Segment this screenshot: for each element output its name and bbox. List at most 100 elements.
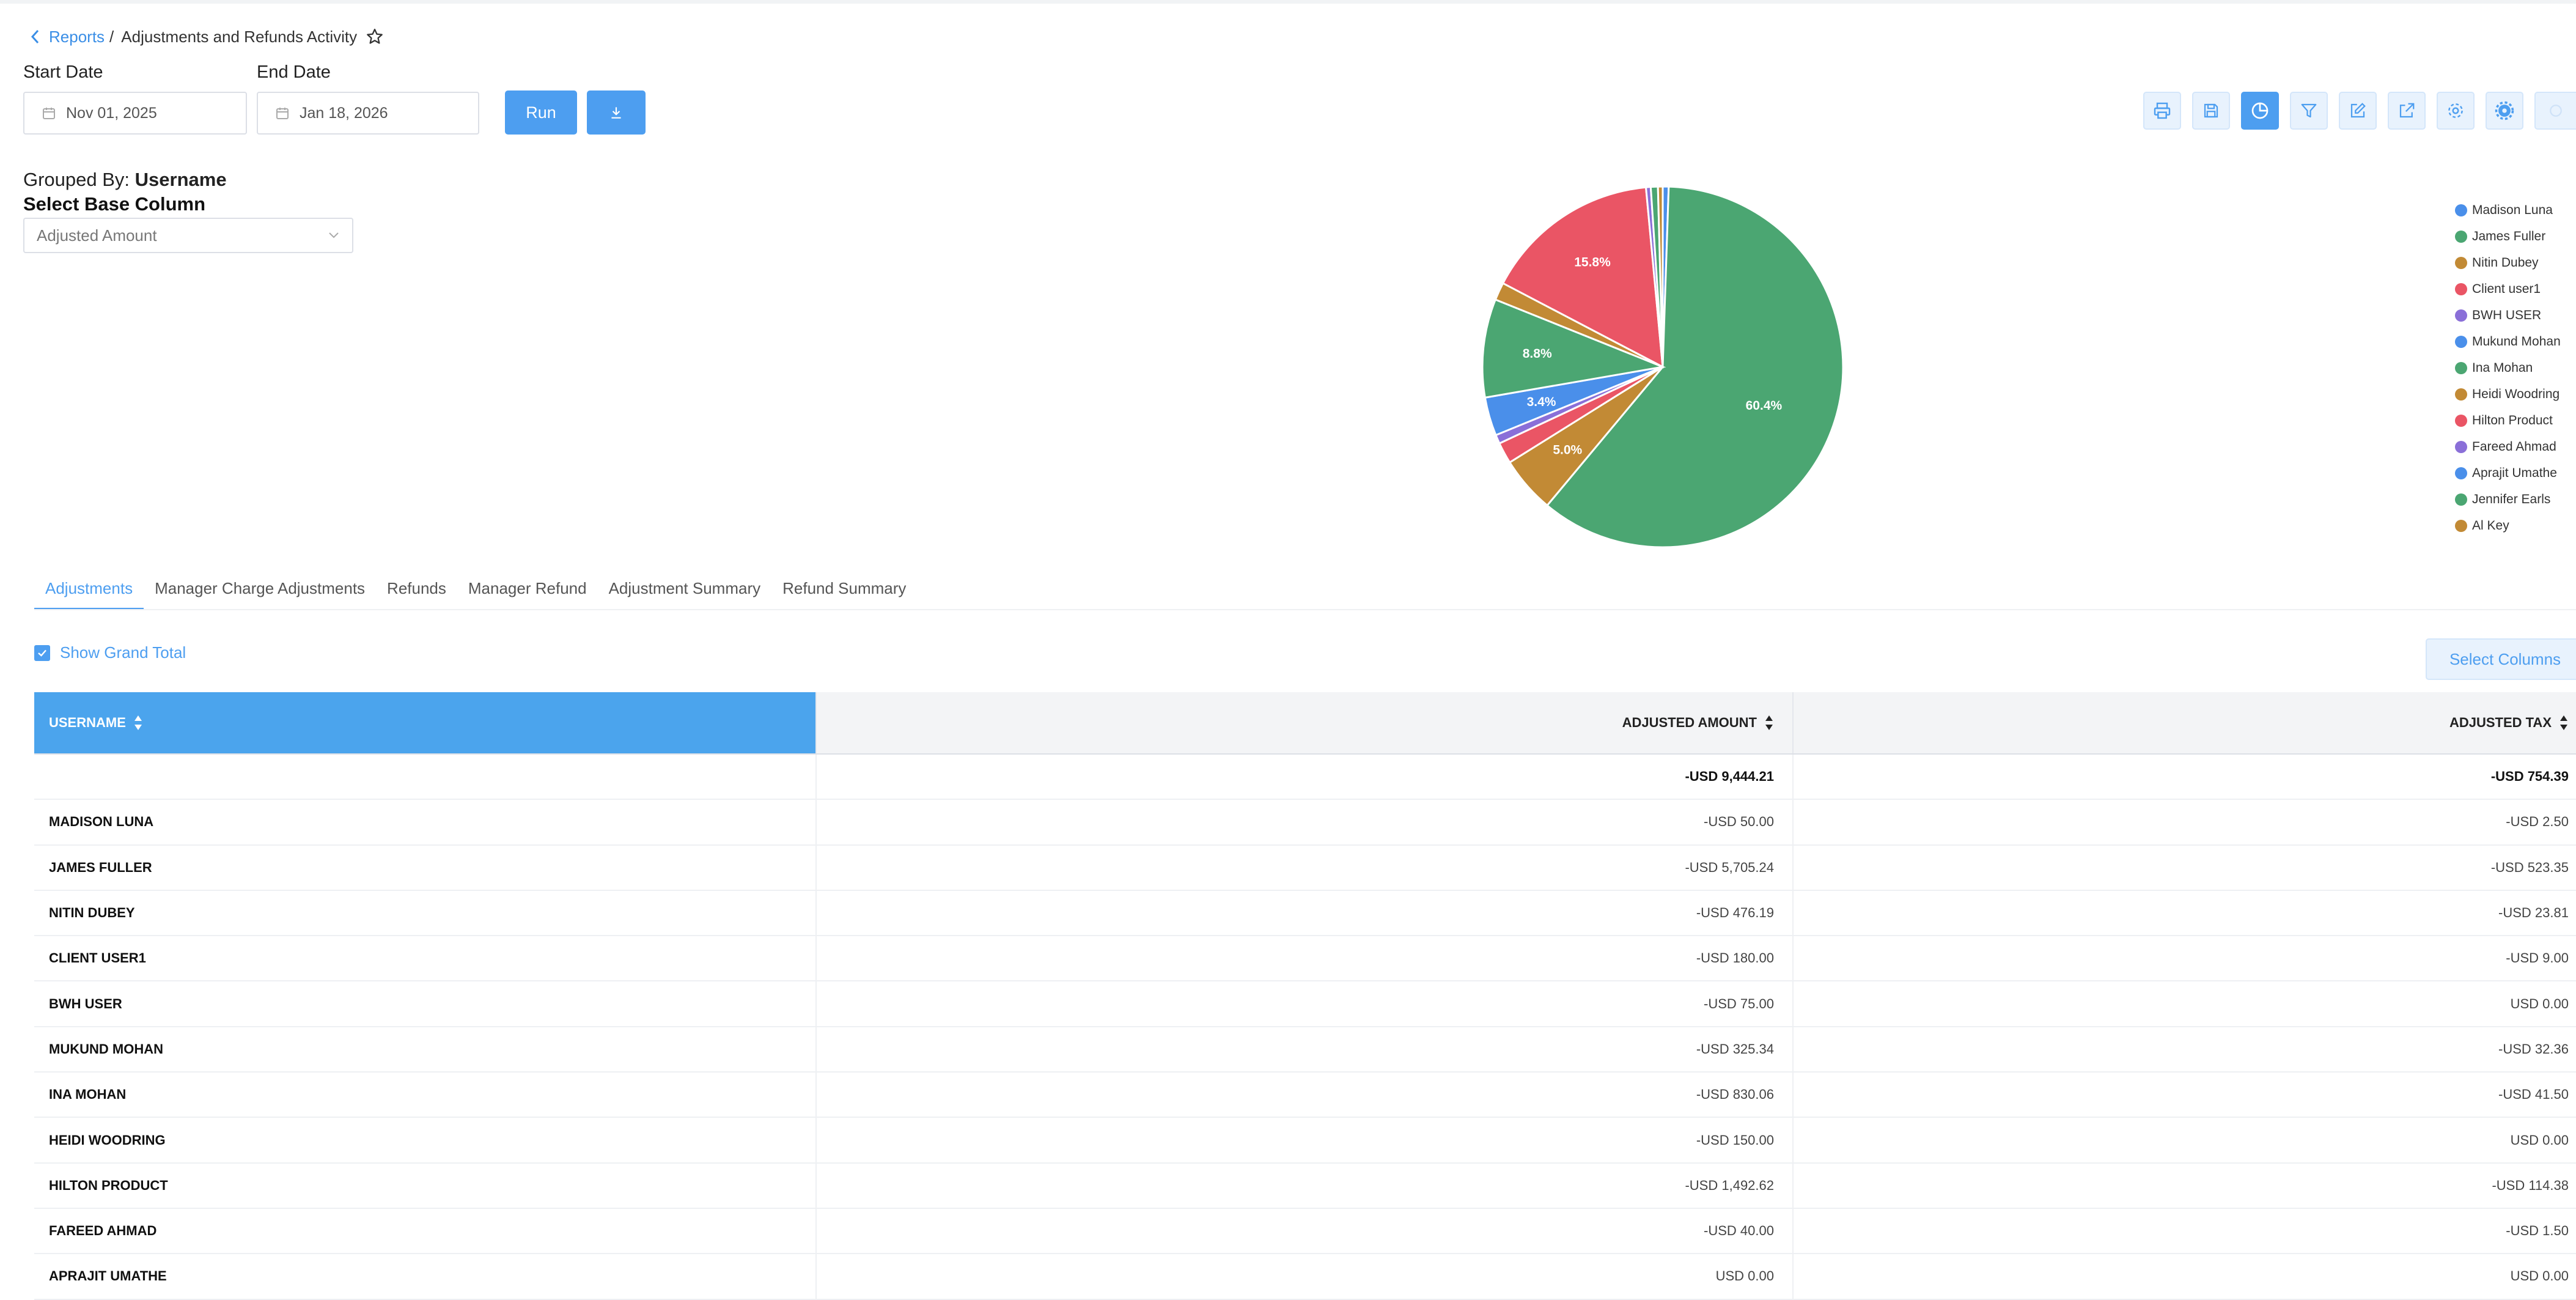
- table-row[interactable]: CLIENT USER1 -USD 180.00 -USD 9.00: [34, 936, 2576, 982]
- legend-item[interactable]: Fareed Ahmad: [2455, 434, 2561, 460]
- legend-swatch: [2455, 256, 2467, 269]
- username-cell: MUKUND MOHAN: [49, 1041, 163, 1057]
- tab-refund-summary[interactable]: Refund Summary: [771, 569, 917, 608]
- start-date-input[interactable]: Nov 01, 2025: [23, 92, 247, 135]
- legend-item[interactable]: Madison Luna: [2455, 197, 2561, 223]
- grand-total-row: -USD 9,444.21 -USD 754.39: [34, 755, 2576, 800]
- legend-label: Nitin Dubey: [2472, 255, 2539, 270]
- legend-label: Heidi Woodring: [2472, 386, 2560, 401]
- legend-swatch: [2455, 309, 2467, 322]
- tab-manager-charge-adjustments[interactable]: Manager Charge Adjustments: [144, 569, 376, 608]
- sort-icon[interactable]: [133, 714, 143, 731]
- end-date-value: Jan 18, 2026: [300, 104, 388, 122]
- pie-slice-label: 3.4%: [1527, 395, 1556, 409]
- checkbox-checked-icon[interactable]: [34, 644, 50, 661]
- legend-item[interactable]: James Fuller: [2455, 223, 2561, 249]
- legend-item[interactable]: Nitin Dubey: [2455, 249, 2561, 276]
- column-header-adjusted-tax[interactable]: ADJUSTED TAX: [1792, 692, 2576, 753]
- adjusted-tax-cell: -USD 41.50: [1792, 1073, 2576, 1117]
- legend-swatch: [2455, 440, 2467, 453]
- filter-icon: [2301, 103, 2317, 118]
- legend-item[interactable]: Al Key: [2455, 512, 2561, 539]
- table-row[interactable]: MUKUND MOHAN -USD 325.34 -USD 32.36: [34, 1027, 2576, 1073]
- table-row[interactable]: FAREED AHMAD -USD 40.00 -USD 1.50: [34, 1208, 2576, 1255]
- save-icon: [2204, 103, 2218, 118]
- adjustments-table: USERNAME ADJUSTED AMOUNT ADJUSTED TAX -U…: [34, 692, 2576, 1300]
- show-grand-total-label: Show Grand Total: [60, 643, 186, 662]
- legend-item[interactable]: BWH USER: [2455, 302, 2561, 328]
- legend-item[interactable]: Mukund Mohan: [2455, 328, 2561, 355]
- print-button[interactable]: [2143, 92, 2181, 130]
- chart-legend: Madison Luna James Fuller Nitin Dubey Clien…: [2455, 197, 2561, 539]
- tab-refunds[interactable]: Refunds: [376, 569, 457, 608]
- adjusted-tax-cell: USD 0.00: [1792, 1118, 2576, 1162]
- show-grand-total-toggle[interactable]: Show Grand Total: [34, 643, 186, 662]
- chevron-left-icon[interactable]: [29, 29, 40, 45]
- legend-swatch: [2455, 283, 2467, 295]
- run-button[interactable]: Run: [505, 90, 577, 135]
- page-title: Adjustments and Refunds Activity: [121, 27, 358, 46]
- username-cell: HEIDI WOODRING: [49, 1132, 166, 1148]
- legend-item[interactable]: Ina Mohan: [2455, 355, 2561, 381]
- tab-adjustments[interactable]: Adjustments: [34, 569, 144, 610]
- adjusted-tax-cell: -USD 32.36: [1792, 1027, 2576, 1072]
- tab-adjustment-summary[interactable]: Adjustment Summary: [598, 569, 772, 608]
- base-column-value: Adjusted Amount: [37, 226, 157, 245]
- refresh-button[interactable]: [2534, 92, 2576, 130]
- adjusted-amount-cell: -USD 5,705.24: [815, 845, 1792, 890]
- pie-slice-label: 8.8%: [1523, 347, 1552, 361]
- select-columns-button[interactable]: Select Columns: [2426, 638, 2576, 680]
- column-header-username[interactable]: USERNAME: [34, 692, 815, 753]
- sort-icon[interactable]: [2559, 714, 2569, 731]
- username-cell: NITIN DUBEY: [49, 905, 135, 921]
- tab-manager-refund[interactable]: Manager Refund: [457, 569, 598, 608]
- top-border: [0, 0, 2576, 4]
- username-cell: MADISON LUNA: [49, 814, 154, 830]
- username-cell: APRAJIT UMATHE: [49, 1268, 167, 1284]
- table-row[interactable]: APRAJIT UMATHE USD 0.00 USD 0.00: [34, 1254, 2576, 1300]
- legend-swatch: [2455, 230, 2467, 243]
- username-cell: FAREED AHMAD: [49, 1223, 157, 1239]
- username-cell: BWH USER: [49, 995, 122, 1011]
- edit-button[interactable]: [2339, 92, 2377, 130]
- advanced-settings-icon: [2495, 101, 2514, 120]
- breadcrumb-separator: /: [109, 27, 114, 46]
- table-row[interactable]: HILTON PRODUCT -USD 1,492.62 -USD 114.38: [34, 1163, 2576, 1209]
- pie-chart-button[interactable]: [2241, 92, 2279, 130]
- table-row[interactable]: HEIDI WOODRING -USD 150.00 USD 0.00: [34, 1118, 2576, 1164]
- legend-item[interactable]: Aprajit Umathe: [2455, 460, 2561, 486]
- download-button[interactable]: [587, 90, 646, 135]
- base-column-label: Select Base Column: [23, 193, 206, 215]
- adjusted-amount-cell: -USD 1,492.62: [815, 1163, 1792, 1208]
- legend-item[interactable]: Jennifer Earls: [2455, 486, 2561, 512]
- end-date-input[interactable]: Jan 18, 2026: [257, 92, 479, 135]
- breadcrumb-reports-link[interactable]: Reports: [49, 28, 105, 46]
- sort-icon[interactable]: [1764, 714, 1774, 731]
- table-row[interactable]: MADISON LUNA -USD 50.00 -USD 2.50: [34, 800, 2576, 846]
- legend-item[interactable]: Heidi Woodring: [2455, 381, 2561, 407]
- username-cell: HILTON PRODUCT: [49, 1177, 168, 1193]
- chevron-down-icon: [329, 232, 339, 238]
- adjusted-tax-cell: -USD 523.35: [1792, 845, 2576, 890]
- export-button[interactable]: [2388, 92, 2426, 130]
- table-row[interactable]: BWH USER -USD 75.00 USD 0.00: [34, 981, 2576, 1027]
- export-icon: [2399, 103, 2415, 118]
- advanced-settings-button[interactable]: [2486, 92, 2523, 130]
- grouped-by: Grouped By: Username: [23, 169, 227, 191]
- grouped-by-value: Username: [134, 169, 227, 190]
- table-row[interactable]: INA MOHAN -USD 830.06 -USD 41.50: [34, 1073, 2576, 1118]
- settings-button[interactable]: [2437, 92, 2475, 130]
- edit-icon: [2350, 103, 2366, 118]
- column-header-adjusted-amount[interactable]: ADJUSTED AMOUNT: [815, 692, 1792, 753]
- adjusted-amount-cell: -USD 325.34: [815, 1027, 1792, 1072]
- filter-button[interactable]: [2290, 92, 2328, 130]
- legend-item[interactable]: Hilton Product: [2455, 407, 2561, 434]
- star-icon[interactable]: [366, 28, 384, 46]
- adjusted-amount-cell: -USD 150.00: [815, 1118, 1792, 1162]
- start-date-value: Nov 01, 2025: [66, 104, 157, 122]
- table-row[interactable]: NITIN DUBEY -USD 476.19 -USD 23.81: [34, 890, 2576, 937]
- legend-item[interactable]: Client user1: [2455, 276, 2561, 302]
- table-row[interactable]: JAMES FULLER -USD 5,705.24 -USD 523.35: [34, 845, 2576, 891]
- save-button[interactable]: [2192, 92, 2230, 130]
- base-column-select[interactable]: Adjusted Amount: [23, 218, 353, 253]
